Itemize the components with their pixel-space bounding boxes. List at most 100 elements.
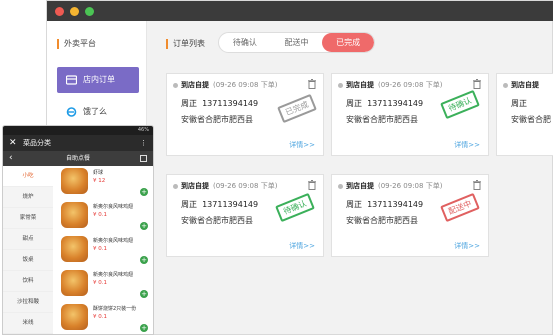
sidebar-title: 外卖平台 [57,39,96,49]
phone-appbar: ✕ 菜品分类 ⋮ [3,135,153,151]
trash-icon[interactable] [308,79,316,89]
category-list: 小吃 烧炉 家常菜 甜点 饭桌 饮料 沙拉和酸 米线 [3,166,53,334]
add-icon[interactable]: + [140,324,148,332]
category-item[interactable]: 饭桌 [3,250,53,271]
order-time: (09-26 09:08 下单) [213,81,278,89]
status-dot [503,83,508,88]
trash-icon[interactable] [473,79,481,89]
status-dot [173,184,178,189]
category-item[interactable]: 家常菜 [3,208,53,229]
order-card[interactable]: 到店自提 (09-26 09:08 下单) 周正 13711394149 安徽省合… [166,174,324,257]
tab-delivering[interactable]: 配送中 [271,33,323,52]
close-window-button[interactable] [55,7,64,16]
add-icon[interactable]: + [140,188,148,196]
page-title: 订单列表 [166,39,205,49]
dish-price: ¥ 0.1 [93,314,107,320]
tab-completed[interactable]: 已完成 [322,33,374,52]
order-header: 到店自提 (09-26 09:08 下单) [346,181,442,191]
status-dot [173,83,178,88]
order-time: (09-26 09:08 下单) [378,81,443,89]
customer-name: 周正 [181,99,197,108]
customer-address: 安徽省合肥市肥西县 [181,115,253,124]
order-header: 到店自提 (09-26 09:08 下单) [346,80,442,90]
customer-phone: 13711394149 [367,200,424,209]
detail-link[interactable]: 详情>> [289,140,315,150]
category-item[interactable]: 小吃 [3,166,53,187]
customer-info: 周正 13711394149 [181,199,258,210]
category-item[interactable]: 饮料 [3,271,53,292]
dish-list: 虾球 ¥ 12 + 新奥尔良风味鸡翅 ¥ 0.1 + 新奥尔良风味鸡翅 ¥ 0.… [53,166,153,334]
dish-item[interactable]: 新奥尔良风味鸡翅 ¥ 0.1 + [53,200,153,234]
phone-subbar: ‹ 自助点餐 [3,151,153,166]
order-card[interactable]: 到店自提 (09-26 09:08 下单) 周正 13711394149 安徽省合… [166,73,324,156]
dish-item[interactable]: 新奥尔良风味鸡翅 ¥ 0.1 + [53,234,153,268]
status-stamp: 配送中 [440,192,480,223]
sidebar-item-label: 饿了么 [83,107,107,116]
dish-name: 新奥尔良风味鸡翅 [93,272,134,278]
category-item[interactable]: 米线 [3,313,53,334]
add-icon[interactable]: + [140,256,148,264]
detail-link[interactable]: 详情>> [454,140,480,150]
customer-name: 周正 [346,200,362,209]
status-stamp: 待确认 [440,89,480,120]
dish-name: 酥饼烧饼2只装一份 [93,306,137,312]
order-header: 到店自提 (09-26 09:08 下单) [181,80,277,90]
trash-icon[interactable] [473,180,481,190]
order-time: (09-26 09:08 下单) [213,182,278,190]
order-status-tabs: 待确认 配送中 已完成 [218,32,375,53]
eleme-icon [66,107,77,117]
dish-image [61,168,88,194]
dish-item[interactable]: 虾球 ¥ 12 + [53,166,153,200]
status-dot [338,184,343,189]
order-header: 到店自提 (09-26 09:08 下单) [181,181,277,191]
order-type: 到店自提 [346,182,374,190]
dish-item[interactable]: 酥饼烧饼2只装一份 ¥ 0.1 + [53,302,153,334]
more-icon[interactable]: ⋮ [140,135,147,151]
phone-mockup: 46% ✕ 菜品分类 ⋮ ‹ 自助点餐 小吃 烧炉 家常菜 甜点 饭桌 饮料 沙… [2,125,154,335]
phone-title: 菜品分类 [23,139,51,147]
order-type: 到店自提 [511,81,539,89]
dish-price: ¥ 12 [93,178,106,184]
dish-name: 新奥尔良风味鸡翅 [93,238,134,244]
phone-subtitle: 自助点餐 [65,155,90,162]
category-item[interactable]: 甜点 [3,229,53,250]
grid-icon[interactable] [140,155,147,162]
dish-item[interactable]: 新奥尔良风味鸡翅 ¥ 0.1 + [53,268,153,302]
dish-name: 虾球 [93,170,104,176]
tab-pending[interactable]: 待确认 [219,33,271,52]
customer-phone: 13711394149 [202,200,259,209]
add-icon[interactable]: + [140,290,148,298]
customer-info: 周正 13711394149 [181,98,258,109]
dish-image [61,270,88,296]
order-type: 到店自提 [346,81,374,89]
customer-address: 安徽省合肥 [511,115,551,124]
order-card[interactable]: 到店自提 (09-26 09:08 下单) 周正 13711394149 安徽省合… [331,73,489,156]
customer-name: 周正 [511,99,527,108]
detail-link[interactable]: 详情>> [289,241,315,251]
customer-name: 周正 [346,99,362,108]
sidebar-item-eleme[interactable]: 饿了么 [57,99,139,125]
customer-info: 周正 13711394149 [346,199,423,210]
order-time: (09-26 09:08 下单) [378,182,443,190]
customer-name: 周正 [181,200,197,209]
order-card[interactable]: 到店自提 周正 安徽省合肥 [496,73,553,156]
detail-link[interactable]: 详情>> [454,241,480,251]
window-titlebar [47,1,553,21]
minimize-window-button[interactable] [70,7,79,16]
status-stamp: 已完成 [277,93,317,124]
main-panel: 订单列表 待确认 配送中 已完成 到店自提 (09-26 09:08 下单) 周正… [148,21,553,335]
order-type: 到店自提 [181,182,209,190]
category-item[interactable]: 沙拉和酸 [3,292,53,313]
customer-address: 安徽省合肥市肥西县 [181,216,253,225]
sidebar-item-store-orders[interactable]: 店内订单 [57,67,139,93]
close-icon[interactable]: ✕ [9,135,17,151]
trash-icon[interactable] [308,180,316,190]
order-header: 到店自提 [511,80,539,90]
order-card[interactable]: 到店自提 (09-26 09:08 下单) 周正 13711394149 安徽省合… [331,174,489,257]
dish-image [61,304,88,330]
maximize-window-button[interactable] [85,7,94,16]
add-icon[interactable]: + [140,222,148,230]
customer-phone: 13711394149 [202,99,259,108]
category-item[interactable]: 烧炉 [3,187,53,208]
order-type: 到店自提 [181,81,209,89]
